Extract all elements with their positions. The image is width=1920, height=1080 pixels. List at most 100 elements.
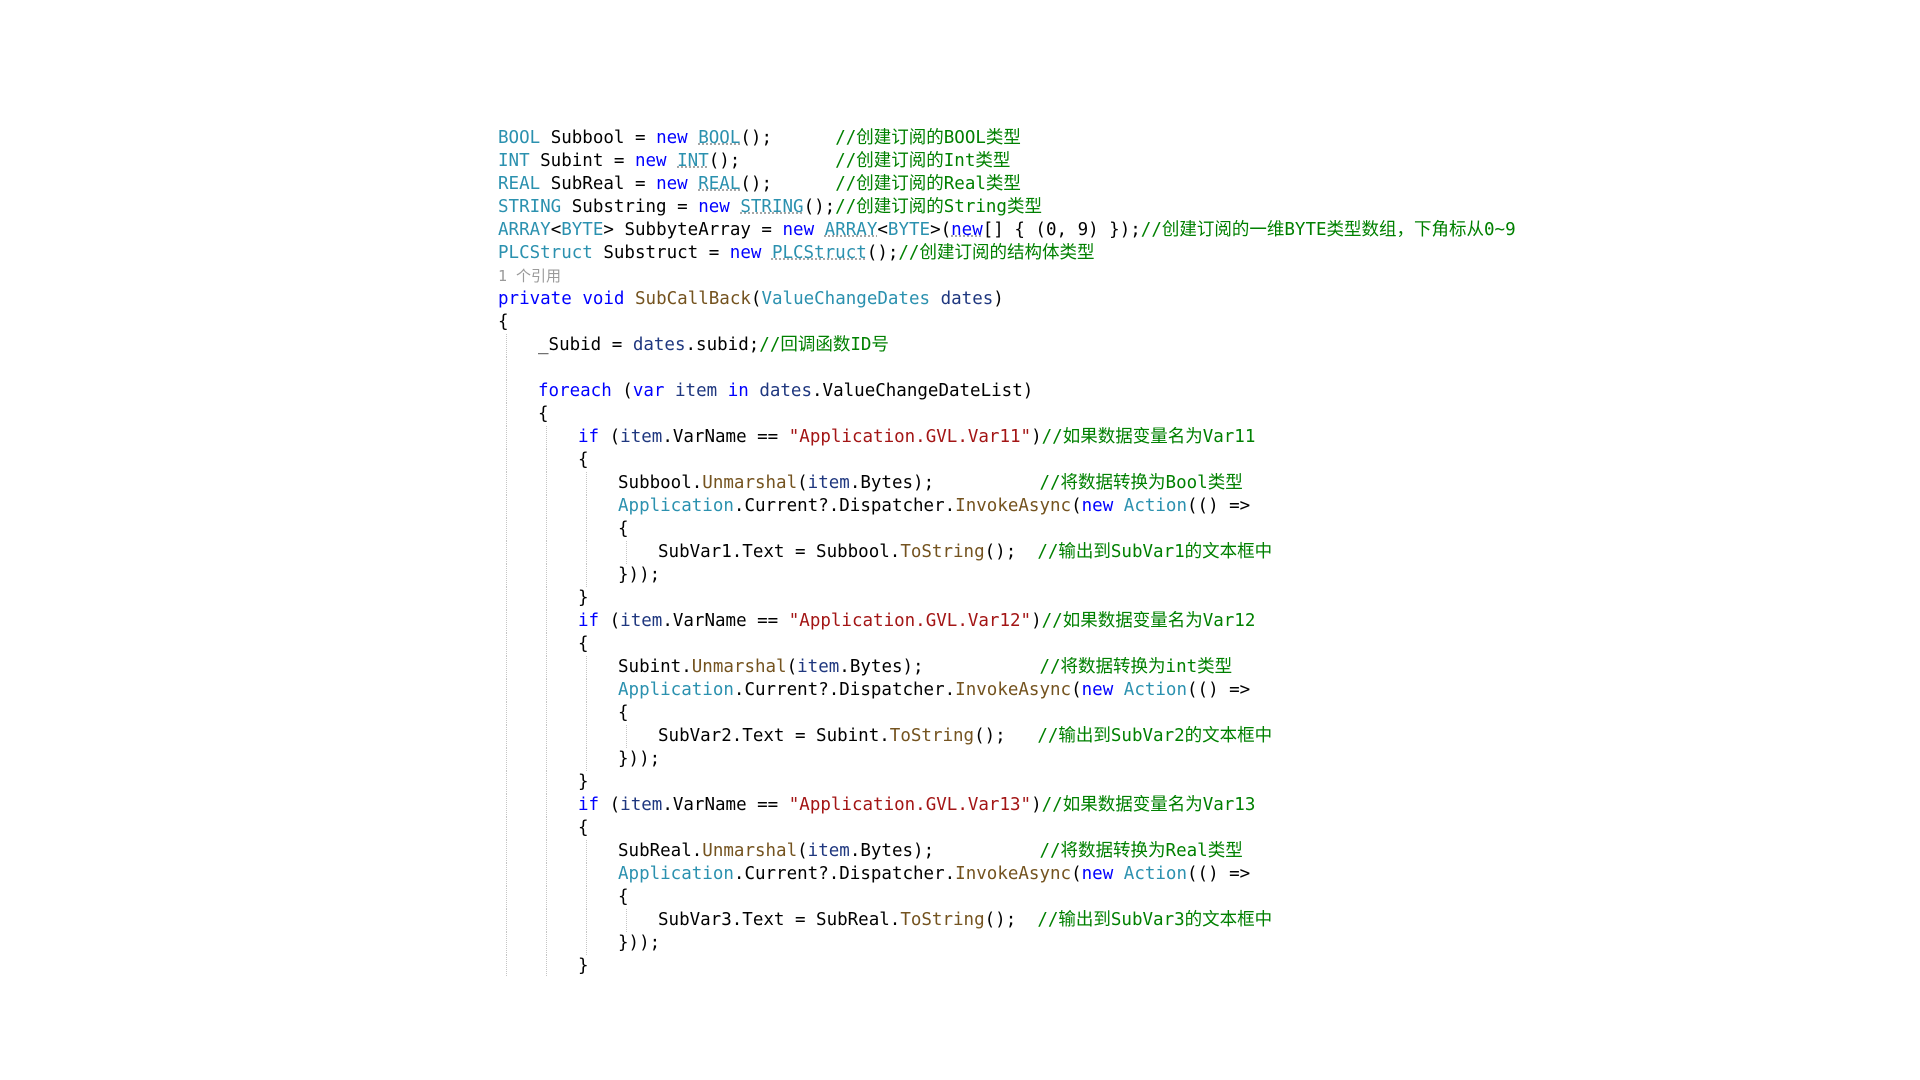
code-line[interactable]: INT Subint = new INT(); //创建订阅的Int类型	[498, 150, 1658, 173]
code-line[interactable]: if (item.VarName == "Application.GVL.Var…	[498, 426, 1658, 449]
code-line[interactable]: }	[498, 955, 1658, 977]
code-token: item	[620, 427, 663, 447]
code-token: (() =>	[1187, 496, 1251, 516]
indent-guide	[546, 725, 547, 748]
code-line[interactable]: PLCStruct Substruct = new PLCStruct();//…	[498, 242, 1658, 265]
code-line[interactable]: BOOL Subbool = new BOOL(); //创建订阅的BOOL类型	[498, 127, 1658, 150]
code-line[interactable]: {	[498, 817, 1658, 840]
code-line[interactable]: if (item.VarName == "Application.GVL.Var…	[498, 610, 1658, 633]
indent-guide	[546, 955, 547, 977]
code-token: .Current?.Dispatcher.	[733, 496, 956, 516]
code-line[interactable]: SubReal.Unmarshal(item.Bytes); //将数据转换为R…	[498, 840, 1658, 863]
code-line[interactable]: }	[498, 587, 1658, 610]
code-token: new	[1081, 496, 1114, 516]
code-token: )	[993, 289, 1004, 309]
indent-guide	[546, 702, 547, 725]
code-line[interactable]: foreach (var item in dates.ValueChangeDa…	[498, 380, 1658, 403]
code-line[interactable]: _Subid = dates.subid;//回调函数ID号	[498, 334, 1658, 357]
code-line[interactable]: Application.Current?.Dispatcher.InvokeAs…	[498, 679, 1658, 702]
indent-guide	[586, 863, 587, 886]
code-line[interactable]: SubVar3.Text = SubReal.ToString(); //输出到…	[498, 909, 1658, 932]
indent-guide	[546, 748, 547, 771]
code-token: INT	[677, 151, 709, 171]
indent-guide	[506, 840, 507, 863]
code-token: Action	[1123, 496, 1187, 516]
code-editor[interactable]: BOOL Subbool = new BOOL(); //创建订阅的BOOL类型…	[498, 127, 1658, 977]
code-line[interactable]: SubVar2.Text = Subint.ToString(); //输出到S…	[498, 725, 1658, 748]
code-line[interactable]: }));	[498, 564, 1658, 587]
code-token: (	[1071, 496, 1082, 516]
code-line[interactable]: }));	[498, 932, 1658, 955]
code-line[interactable]: {	[498, 633, 1658, 656]
code-line[interactable]: {	[498, 886, 1658, 909]
code-line[interactable]: {	[498, 403, 1658, 426]
code-token: .VarName ==	[662, 795, 789, 815]
code-line[interactable]: {	[498, 449, 1658, 472]
indent-guide	[546, 909, 547, 932]
code-token: REAL	[698, 174, 741, 194]
indent-guide	[506, 495, 507, 518]
code-token: Application	[618, 680, 734, 700]
code-line[interactable]: Subint.Unmarshal(item.Bytes); //将数据转换为in…	[498, 656, 1658, 679]
code-token: (	[1071, 680, 1082, 700]
code-token: ();	[740, 174, 836, 194]
indent-guide	[586, 909, 587, 932]
code-token: .VarName ==	[662, 611, 789, 631]
code-token: STRING	[498, 197, 562, 217]
indent-guide	[586, 564, 587, 587]
code-line[interactable]: {	[498, 518, 1658, 541]
code-line[interactable]: Application.Current?.Dispatcher.InvokeAs…	[498, 495, 1658, 518]
code-line[interactable]: }));	[498, 748, 1658, 771]
indent-guide	[546, 472, 547, 495]
code-token: Action	[1123, 864, 1187, 884]
code-line[interactable]: Application.Current?.Dispatcher.InvokeAs…	[498, 863, 1658, 886]
reference-count-codelens[interactable]: 1 个引用	[498, 267, 561, 285]
code-line[interactable]: SubVar1.Text = Subbool.ToString(); //输出到…	[498, 541, 1658, 564]
code-token: {	[618, 703, 629, 723]
indent-guide	[586, 702, 587, 725]
code-token: //创建订阅的Int类型	[835, 151, 1011, 171]
indent-guide	[506, 541, 507, 564]
code-token: Application	[618, 496, 734, 516]
code-token: (	[599, 795, 621, 815]
code-token: if	[578, 611, 600, 631]
code-line[interactable]: {	[498, 702, 1658, 725]
code-token: {	[578, 634, 589, 654]
indent-guide	[506, 656, 507, 679]
code-token: SubVar3.Text = SubReal.	[658, 910, 901, 930]
indent-guide	[586, 656, 587, 679]
code-line[interactable]: {	[498, 311, 1658, 334]
code-token: private	[498, 289, 572, 309]
code-token: new	[729, 243, 762, 263]
code-line[interactable]: REAL SubReal = new REAL(); //创建订阅的Real类型	[498, 173, 1658, 196]
indent-guide	[506, 633, 507, 656]
code-line[interactable]: STRING Substring = new STRING();//创建订阅的S…	[498, 196, 1658, 219]
indent-guide	[506, 748, 507, 771]
indent-guide	[586, 748, 587, 771]
code-line[interactable]: }	[498, 771, 1658, 794]
code-token: "Application.GVL.Var13"	[788, 795, 1032, 815]
code-token: }));	[618, 565, 661, 585]
code-line[interactable]: if (item.VarName == "Application.GVL.Var…	[498, 794, 1658, 817]
indent-guide	[546, 679, 547, 702]
code-line[interactable]: Subbool.Unmarshal(item.Bytes); //将数据转换为B…	[498, 472, 1658, 495]
indent-guide	[506, 472, 507, 495]
code-token: //将数据转换为Real类型	[1039, 841, 1243, 861]
code-token: (	[797, 841, 808, 861]
code-line[interactable]	[498, 357, 1658, 380]
code-token: //创建订阅的String类型	[835, 197, 1042, 217]
code-token: )	[1031, 611, 1042, 631]
code-token: .subid;	[685, 335, 760, 355]
code-line[interactable]: 1 个引用	[498, 265, 1658, 288]
code-token: ();	[740, 128, 836, 148]
indent-guide	[586, 840, 587, 863]
indent-guide	[546, 587, 547, 610]
code-token: new	[1081, 680, 1114, 700]
code-token: ToString	[900, 542, 985, 562]
code-line[interactable]: ARRAY<BYTE> SubbyteArray = new ARRAY<BYT…	[498, 219, 1658, 242]
code-token: ();	[984, 542, 1038, 562]
code-line[interactable]: private void SubCallBack(ValueChangeDate…	[498, 288, 1658, 311]
code-token: foreach	[538, 381, 612, 401]
indent-guide	[506, 817, 507, 840]
code-token: new	[634, 151, 667, 171]
